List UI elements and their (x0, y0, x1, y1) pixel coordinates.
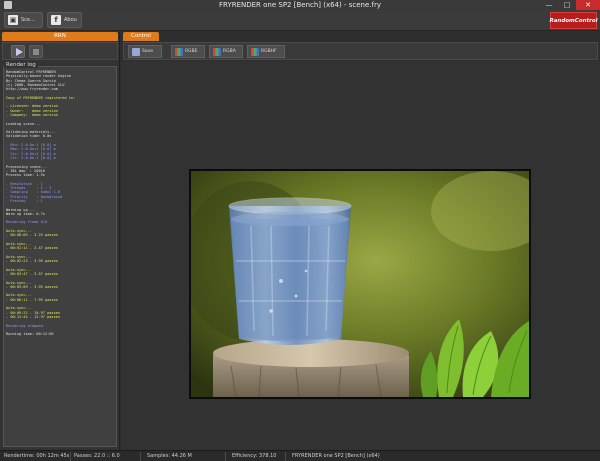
play-button[interactable] (11, 45, 25, 58)
fryrender-logo-icon: f (51, 15, 61, 25)
about-button[interactable]: f Abou (47, 12, 82, 28)
rgba-button-label: RGBA (223, 49, 236, 54)
window-title: FRYRENDER one SP2 [Bench] (x64) - scene.… (219, 1, 381, 9)
tab-control[interactable]: Control (123, 32, 159, 41)
passes-status: Passes: 22.0 :: 6.0 (74, 453, 120, 459)
rgb-channels-icon (251, 47, 259, 56)
product-status: FRYRENDER one SP2 [Bench] (x64) (292, 453, 380, 459)
save-icon (132, 47, 140, 56)
left-panel: RRN Render log RandomControl FRYRENDER Ph… (0, 31, 120, 450)
render-frame (189, 169, 531, 399)
rgbe-button[interactable]: RGBE (171, 45, 205, 58)
app-window: FRYRENDER one SP2 [Bench] (x64) - scene.… (0, 0, 600, 461)
rgba-button[interactable]: RGBA (209, 45, 243, 58)
rendertime-status: Rendertime: 00h 12m 45s (4, 453, 70, 459)
stop-button[interactable] (29, 45, 43, 58)
tab-rrn[interactable]: RRN (2, 32, 118, 41)
close-button[interactable]: ✕ (576, 0, 600, 10)
status-divider (140, 452, 141, 461)
glass-of-water-render (191, 171, 529, 397)
render-log-title: Render log (4, 62, 38, 68)
status-divider (285, 452, 286, 461)
right-panel: Control Save RGBE RGBA RGBHF (121, 31, 600, 450)
rendered-image (191, 171, 529, 397)
save-button-label: Save (142, 49, 154, 54)
main-toolbar: ▣ Sce... f Abou RandomControl (0, 10, 600, 31)
render-controls (2, 42, 118, 60)
render-viewport[interactable] (121, 61, 600, 450)
scene-icon: ▣ (8, 15, 18, 25)
about-button-label: Abou (64, 17, 77, 23)
efficiency-status: Efficiency: 378.10 (232, 453, 277, 459)
status-bar: Rendertime: 00h 12m 45s Passes: 22.0 :: … (0, 450, 600, 461)
maximize-button[interactable]: □ (558, 0, 576, 10)
scene-button[interactable]: ▣ Sce... (4, 12, 43, 28)
log-line: Running time: 00:12:56 (6, 332, 54, 337)
control-toolbar: Save RGBE RGBA RGBHF (123, 42, 598, 60)
brand-text: RandomControl (549, 17, 598, 24)
rgbhf-button[interactable]: RGBHF (247, 45, 285, 58)
rgb-channels-icon (213, 47, 221, 56)
scene-button-label: Sce... (21, 17, 35, 23)
title-bar: FRYRENDER one SP2 [Bench] (x64) - scene.… (0, 0, 600, 10)
window-controls: — □ ✕ (540, 0, 600, 10)
minimize-button[interactable]: — (540, 0, 558, 10)
rgbe-button-label: RGBE (185, 49, 198, 54)
status-divider (70, 452, 71, 461)
render-log[interactable]: RandomControl FRYRENDER Physically-based … (3, 66, 117, 447)
rgbhf-button-label: RGBHF (261, 49, 277, 54)
save-button[interactable]: Save (128, 45, 162, 58)
samples-status: Samples: 44.26 M (147, 453, 192, 459)
rgb-channels-icon (175, 47, 183, 56)
randomcontrol-logo: RandomControl (549, 12, 598, 29)
status-divider (225, 452, 226, 461)
